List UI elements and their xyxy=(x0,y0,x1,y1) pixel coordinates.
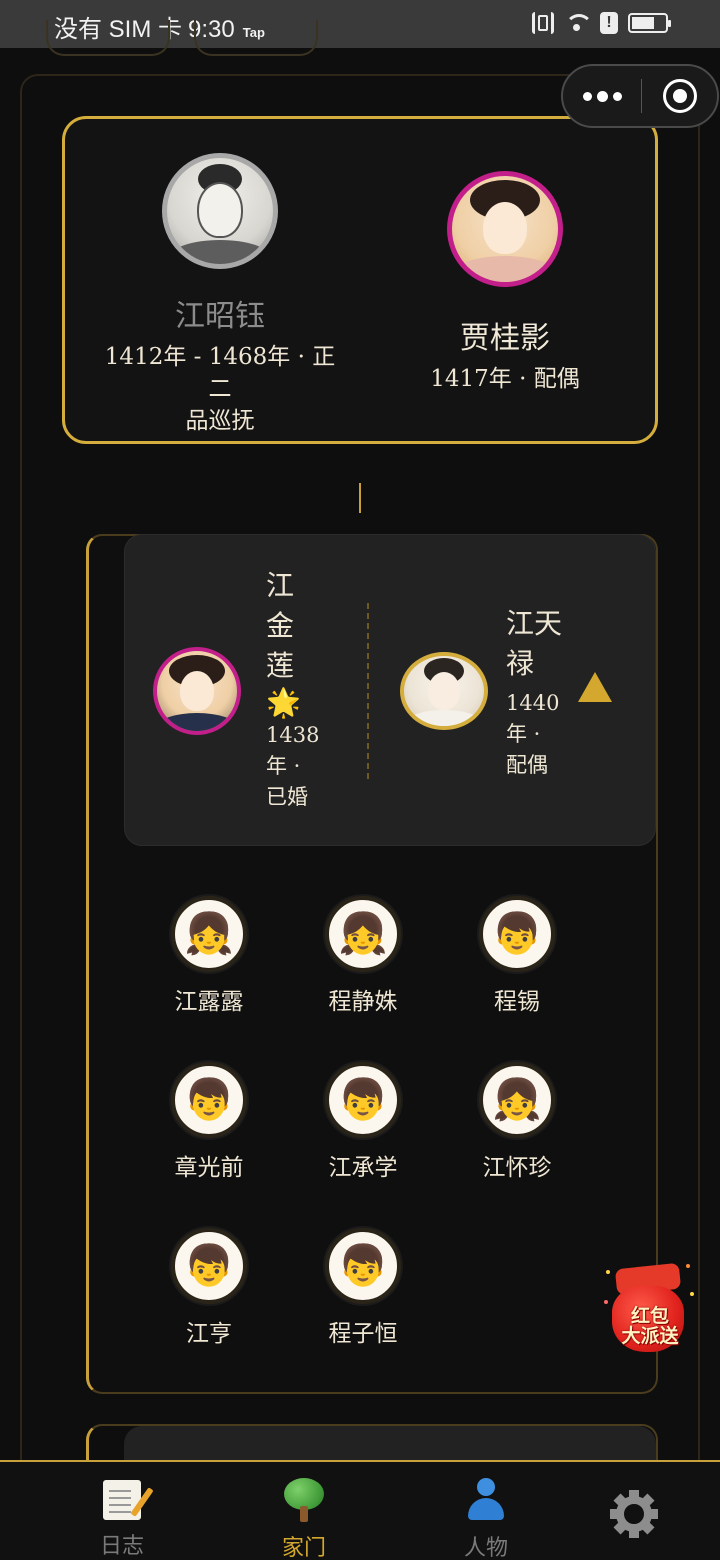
grandchild-avatar[interactable]: 👦 xyxy=(171,1062,247,1138)
grandchild-name: 江怀珍 xyxy=(482,1155,552,1181)
alert-icon: ! xyxy=(600,12,618,34)
grandchild-item[interactable]: 👦 程子恒 xyxy=(308,1228,418,1348)
more-dots-icon[interactable] xyxy=(563,66,641,126)
grandchild-avatar[interactable]: 👧 xyxy=(171,896,247,972)
daughter-name-char-3: 莲 xyxy=(266,649,295,682)
girl-icon: 👧 xyxy=(338,911,388,957)
daughter-meta-line1: 1438 xyxy=(266,723,320,747)
gear-icon[interactable] xyxy=(610,1490,658,1538)
triangle-up-icon[interactable] xyxy=(578,672,612,702)
face-shape xyxy=(197,182,243,238)
status-right: ! xyxy=(532,12,671,34)
tab-family[interactable]: 家门 xyxy=(234,1462,374,1560)
boy-icon: 👦 xyxy=(184,1243,234,1289)
son-in-law-info[interactable]: 江天 禄 1440 年 · 配偶 xyxy=(506,604,562,781)
grandchild-item[interactable]: 👦 程锡 xyxy=(462,896,572,1016)
grandchild-item[interactable]: 👧 程静姝 xyxy=(308,896,418,1016)
red-packet-line1: 红包 xyxy=(630,1305,669,1327)
grandchild-name: 程锡 xyxy=(494,989,540,1015)
grandchild-item[interactable]: 👧 江怀珍 xyxy=(462,1062,572,1182)
girl-icon: 👧 xyxy=(492,1077,542,1123)
target-close-icon[interactable] xyxy=(642,66,717,126)
face-shape xyxy=(483,202,527,254)
robe-shape xyxy=(170,240,270,264)
red-packet-button[interactable]: 红包 大派送 xyxy=(604,1260,696,1360)
boy-icon: 👦 xyxy=(184,1077,234,1123)
tab-people-label: 人物 xyxy=(463,1536,508,1560)
tab-people[interactable]: 人物 xyxy=(416,1462,556,1560)
grandchild-name: 江亨 xyxy=(186,1321,232,1347)
daughter-info[interactable]: 江 金 莲 🌟 1438 年 · 已婚 xyxy=(266,566,319,813)
boy-icon: 👦 xyxy=(338,1243,388,1289)
grandchild-item[interactable]: 👧 江露露 xyxy=(154,896,264,1016)
grandchild-item[interactable]: 👦 章光前 xyxy=(154,1062,264,1182)
person-icon xyxy=(466,1478,506,1522)
diary-icon xyxy=(103,1480,141,1520)
top-decoration-left xyxy=(46,20,170,56)
grandchild-name: 江承学 xyxy=(328,1155,398,1181)
grandchild-name: 江露露 xyxy=(174,989,244,1015)
daughter-meta-line2: 年 · xyxy=(266,754,301,778)
girl-icon: 👧 xyxy=(184,911,234,957)
daughter-name-char-2: 金 xyxy=(266,609,295,642)
vibrate-icon xyxy=(532,12,554,34)
son-in-law-meta-line2: 年 · xyxy=(506,722,541,746)
mother-meta: 1417年 · 配偶 xyxy=(430,366,580,392)
tree-icon xyxy=(284,1478,324,1522)
red-packet-line2: 大派送 xyxy=(621,1325,679,1347)
robe-shape xyxy=(453,256,557,282)
boy-icon: 👦 xyxy=(338,1077,388,1123)
mother-name: 贾桂影 xyxy=(460,321,550,356)
mini-program-capsule xyxy=(561,64,719,128)
battery-icon xyxy=(628,13,671,33)
tab-diary-label: 日志 xyxy=(99,1534,144,1559)
grandchild-avatar[interactable]: 👦 xyxy=(325,1062,401,1138)
daughter-name-char-1: 江 xyxy=(266,569,295,602)
mother-portrait-avatar[interactable] xyxy=(447,171,563,287)
wifi-icon xyxy=(564,12,593,34)
grandchild-avatar[interactable]: 👦 xyxy=(325,1228,401,1304)
grandchild-avatar[interactable]: 👦 xyxy=(171,1228,247,1304)
tree-connector-line xyxy=(359,483,361,513)
tab-diary[interactable]: 日志 xyxy=(52,1462,192,1560)
son-in-law-meta-line3: 配偶 xyxy=(506,753,548,777)
face-shape xyxy=(428,672,460,710)
grandchild-item[interactable]: 👦 江亨 xyxy=(154,1228,264,1348)
father-name: 江昭钰 xyxy=(175,299,265,334)
daughter-portrait-avatar[interactable] xyxy=(153,647,241,735)
grandchild-item[interactable]: 👦 江承学 xyxy=(308,1062,418,1182)
tab-family-label: 家门 xyxy=(281,1536,326,1560)
son-in-law-portrait-avatar[interactable] xyxy=(400,652,488,730)
couple-divider xyxy=(367,603,369,779)
grandchild-avatar[interactable]: 👦 xyxy=(479,896,555,972)
grandchild-avatar[interactable]: 👧 xyxy=(325,896,401,972)
grandchild-name: 程子恒 xyxy=(328,1321,398,1347)
daughter-meta-line3: 已婚 xyxy=(266,785,308,809)
father-meta-line1: 1412年 - 1468年 · 正二 xyxy=(104,344,336,402)
parent-couple-card[interactable]: 江昭钰 1412年 - 1468年 · 正二 品巡抚 贾桂影 1417年 · 配… xyxy=(62,116,658,444)
top-decoration-right xyxy=(194,20,318,56)
face-shape xyxy=(180,671,214,711)
son-in-law-name-line2: 禄 xyxy=(506,647,535,680)
father-portrait-avatar[interactable] xyxy=(162,153,278,269)
red-packet-label: 红包 大派送 xyxy=(604,1306,696,1346)
boy-icon: 👦 xyxy=(492,911,542,957)
son-in-law-meta-line1: 1440 xyxy=(506,691,560,715)
star-icon: 🌟 xyxy=(266,686,301,719)
son-in-law-name-line1: 江天 xyxy=(506,607,563,640)
father-profile[interactable]: 江昭钰 1412年 - 1468年 · 正二 品巡抚 xyxy=(95,153,345,437)
grandchild-name: 章光前 xyxy=(174,1155,244,1181)
grandchild-name: 程静姝 xyxy=(328,989,398,1015)
father-meta: 1412年 - 1468年 · 正二 品巡抚 xyxy=(95,341,345,437)
mother-profile[interactable]: 贾桂影 1417年 · 配偶 xyxy=(405,171,605,395)
father-meta-line2: 品巡抚 xyxy=(185,408,255,434)
grandchild-avatar[interactable]: 👧 xyxy=(479,1062,555,1138)
